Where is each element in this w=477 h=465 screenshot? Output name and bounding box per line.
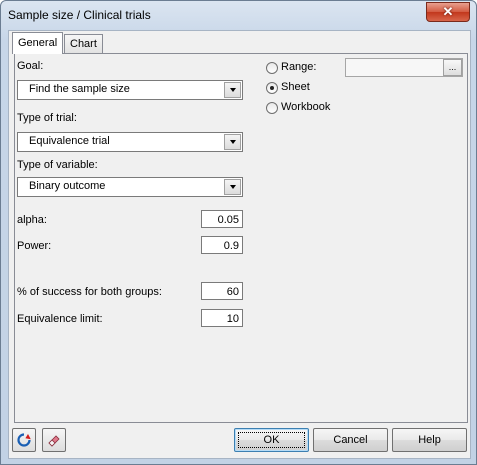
goal-select[interactable]: Find the sample size bbox=[17, 80, 243, 100]
equivalence-input[interactable]: 10 bbox=[201, 309, 243, 327]
success-input[interactable]: 60 bbox=[201, 282, 243, 300]
dialog-window: Sample size / Clinical trials ✕ General … bbox=[0, 0, 477, 465]
close-icon: ✕ bbox=[442, 4, 454, 19]
window-title: Sample size / Clinical trials bbox=[8, 8, 151, 22]
cancel-button[interactable]: Cancel bbox=[313, 428, 388, 452]
chevron-down-icon[interactable] bbox=[224, 134, 241, 150]
range-select-button[interactable]: ... bbox=[443, 59, 462, 76]
chevron-down-icon[interactable] bbox=[224, 179, 241, 195]
goal-select-value: Find the sample size bbox=[29, 83, 130, 95]
trial-type-label: Type of trial: bbox=[17, 112, 77, 124]
refresh-icon bbox=[17, 433, 31, 447]
focus-rect bbox=[238, 432, 305, 448]
equivalence-label: Equivalence limit: bbox=[17, 313, 103, 325]
eraser-icon bbox=[48, 435, 60, 447]
dialog-client-area: General Chart Goal: Find the sample size… bbox=[8, 30, 471, 459]
range-radio[interactable] bbox=[266, 62, 278, 74]
range-label: Range: bbox=[281, 61, 317, 73]
power-input[interactable]: 0.9 bbox=[201, 236, 243, 254]
workbook-label: Workbook bbox=[281, 101, 331, 113]
ok-button[interactable]: OK bbox=[234, 428, 309, 452]
trial-type-select-value: Equivalence trial bbox=[29, 135, 110, 147]
workbook-radio[interactable] bbox=[266, 102, 278, 114]
title-bar[interactable]: Sample size / Clinical trials ✕ bbox=[1, 1, 476, 29]
alpha-input[interactable]: 0.05 bbox=[201, 210, 243, 228]
general-panel: Goal: Find the sample size Type of trial… bbox=[14, 53, 468, 423]
trial-type-select[interactable]: Equivalence trial bbox=[17, 132, 243, 152]
alpha-label: alpha: bbox=[17, 214, 47, 226]
variable-type-label: Type of variable: bbox=[17, 159, 98, 171]
goal-label: Goal: bbox=[17, 60, 44, 72]
variable-type-select-value: Binary outcome bbox=[29, 180, 106, 192]
sheet-radio[interactable] bbox=[266, 82, 278, 94]
sheet-label: Sheet bbox=[281, 81, 310, 93]
close-button[interactable]: ✕ bbox=[426, 2, 470, 22]
chevron-down-icon[interactable] bbox=[224, 82, 241, 98]
variable-type-select[interactable]: Binary outcome bbox=[17, 177, 243, 197]
tab-general[interactable]: General bbox=[12, 32, 64, 54]
reset-button[interactable] bbox=[12, 428, 36, 452]
success-label: % of success for both groups: bbox=[17, 286, 162, 298]
tab-chart[interactable]: Chart bbox=[64, 34, 103, 53]
power-label: Power: bbox=[17, 240, 52, 252]
clear-button[interactable] bbox=[42, 428, 66, 452]
help-button[interactable]: Help bbox=[392, 428, 467, 452]
